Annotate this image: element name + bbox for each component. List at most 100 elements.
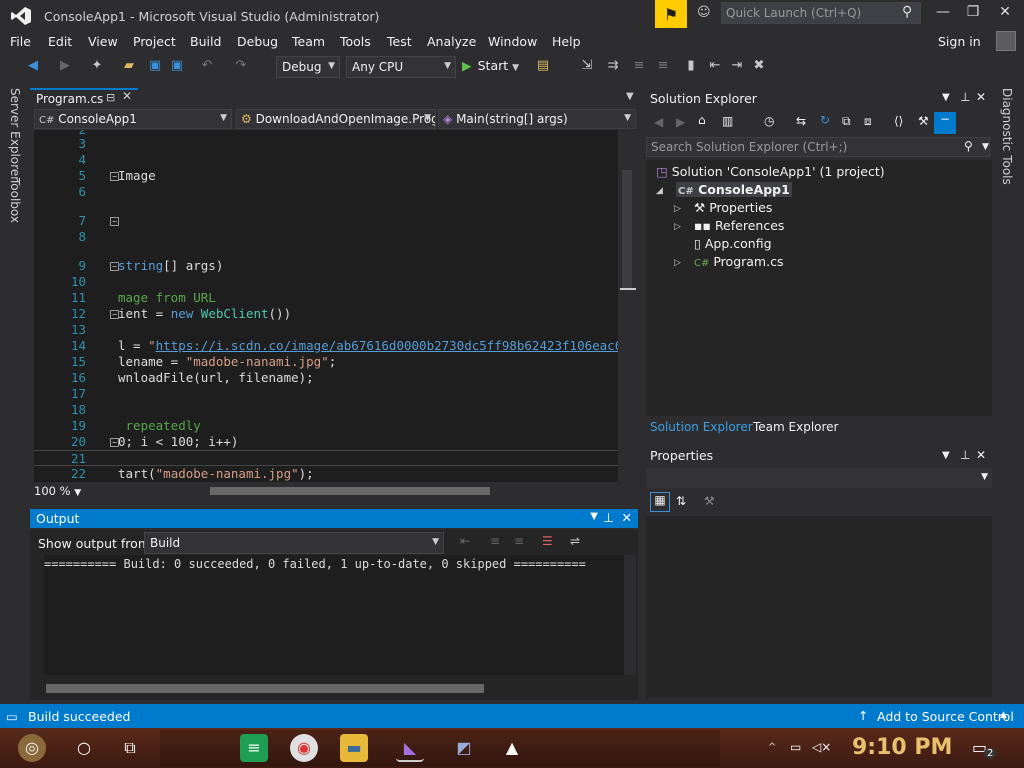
tab-team-explorer[interactable]: Team Explorer — [753, 420, 839, 434]
navigate-back-icon[interactable]: ◀ — [24, 58, 42, 74]
notification-flag-icon[interactable]: ⚑ — [655, 0, 687, 28]
document-list-dropdown-icon[interactable]: ▼ — [626, 91, 634, 102]
collapse-icon[interactable]: − — [110, 217, 119, 226]
cortana-icon[interactable]: ○ — [70, 734, 98, 762]
output-vertical-scrollbar[interactable] — [624, 555, 636, 675]
visual-studio-taskbar-icon[interactable]: ◣ — [396, 734, 424, 762]
step-into-icon[interactable]: ⇲ — [578, 58, 596, 74]
refresh-icon[interactable]: ↻ — [820, 113, 830, 127]
editor-vertical-scrollbar[interactable] — [618, 130, 638, 482]
pin-icon[interactable]: ⊟ — [106, 91, 115, 104]
pending-changes-icon[interactable]: ◷ — [764, 114, 774, 128]
property-pages-icon[interactable]: ⚒ — [704, 494, 715, 508]
solution-platform-select[interactable]: Any CPU ▼ — [346, 56, 456, 78]
undo-icon[interactable]: ↶ — [198, 58, 216, 74]
menu-tools[interactable]: Tools — [340, 34, 371, 49]
tree-item-solution[interactable]: ◳ Solution 'ConsoleApp1' (1 project) — [656, 164, 885, 179]
previous-message-icon[interactable]: ≡ — [490, 534, 500, 548]
solution-configuration-select[interactable]: Debug ▼ — [276, 56, 340, 78]
properties-object-select[interactable]: ▼ — [646, 468, 992, 488]
menu-window[interactable]: Window — [488, 34, 537, 49]
menu-team[interactable]: Team — [292, 34, 325, 49]
menu-debug[interactable]: Debug — [237, 34, 278, 49]
collapsed-arrow-icon[interactable]: ▷ — [674, 222, 681, 232]
volume-muted-icon[interactable]: ◁× — [812, 740, 831, 754]
tree-item-app-config[interactable]: ▯ App.config — [694, 236, 772, 251]
server-explorer-tab[interactable]: Server Explorer — [8, 88, 22, 181]
user-account-icon[interactable] — [996, 31, 1016, 51]
add-to-source-control-button[interactable]: Add to Source Control — [877, 709, 1014, 724]
search-options-icon[interactable]: ▼ — [982, 142, 989, 152]
start-debugging-button[interactable]: ▶ Start ▼ — [462, 58, 519, 73]
output-text-area[interactable]: ========== Build: 0 succeeded, 0 failed,… — [44, 555, 624, 675]
next-bookmark-icon[interactable]: ⇥ — [728, 58, 746, 74]
save-icon[interactable]: ▣ — [146, 58, 164, 74]
switch-views-icon[interactable]: ▥ — [722, 114, 733, 128]
pin-icon[interactable]: ⊥ — [603, 510, 614, 525]
close-icon[interactable]: ✕ — [976, 90, 986, 104]
bookmark-icon[interactable]: ▮ — [682, 58, 700, 74]
output-horizontal-scrollbar[interactable] — [46, 684, 484, 693]
previous-bookmark-icon[interactable]: ⇤ — [706, 58, 724, 74]
code-editor[interactable]: 2 3 4 5−Image 6 7− 8 9−string[] args) 10… — [34, 130, 618, 482]
toolbox-tab[interactable]: Toolbox — [8, 178, 22, 223]
tree-item-project[interactable]: C# ConsoleApp1 — [676, 182, 792, 197]
show-output-from-select[interactable]: Build ▼ — [144, 532, 444, 554]
navigate-forward-icon[interactable]: ▶ — [56, 58, 74, 74]
start-button-icon[interactable]: ◎ — [18, 734, 46, 762]
word-wrap-icon[interactable]: ⇌ — [570, 534, 580, 548]
taskbar-clock[interactable]: 9:10 PM — [852, 735, 952, 760]
pin-icon[interactable]: ⊥ — [960, 448, 970, 462]
chrome-icon[interactable]: ◉ — [290, 734, 318, 762]
quick-launch-input[interactable]: Quick Launch (Ctrl+Q) — [721, 2, 921, 24]
close-icon[interactable]: ✕ — [976, 448, 986, 462]
notes-app-icon[interactable]: ≡ — [240, 734, 268, 762]
menu-build[interactable]: Build — [190, 34, 221, 49]
preview-selected-items-icon[interactable]: − — [934, 112, 956, 134]
search-icon[interactable]: ⚲ — [902, 4, 912, 20]
collapse-all-icon[interactable]: ⧉ — [842, 114, 851, 129]
find-message-icon[interactable]: ⇤ — [460, 534, 470, 548]
search-icon[interactable]: ⚲ — [964, 139, 973, 153]
tree-item-program-cs[interactable]: C# Program.cs — [694, 254, 783, 269]
collapsed-arrow-icon[interactable]: ▷ — [674, 258, 681, 268]
save-all-icon[interactable]: ▣ — [168, 58, 186, 74]
close-icon[interactable]: ✕ — [622, 510, 632, 525]
zoom-level-select[interactable]: 100 % ▼ — [34, 484, 81, 498]
feedback-icon[interactable]: ☺ — [697, 5, 713, 21]
network-icon[interactable]: ▭ — [790, 740, 801, 754]
uncomment-icon[interactable]: ≡ — [654, 58, 672, 74]
new-project-icon[interactable]: ✦ — [88, 58, 106, 74]
close-button[interactable]: ✕ — [990, 4, 1020, 24]
show-all-files-icon[interactable]: ⧈ — [864, 114, 872, 129]
collapsed-arrow-icon[interactable]: ▷ — [674, 204, 681, 214]
menu-analyze[interactable]: Analyze — [427, 34, 476, 49]
home-icon[interactable]: ⌂ — [698, 113, 706, 127]
sync-icon[interactable]: ⇆ — [796, 114, 806, 128]
tab-solution-explorer[interactable]: Solution Explorer — [650, 420, 753, 434]
member-navigation-select[interactable]: ◈ Main(string[] args) ▼ — [438, 109, 636, 129]
categorized-icon[interactable]: ▦ — [650, 492, 670, 512]
scroll-thumb[interactable] — [622, 170, 632, 290]
view-code-icon[interactable]: ⟨⟩ — [894, 114, 903, 128]
alphabetical-icon[interactable]: ⇅ — [676, 494, 686, 508]
scroll-thumb[interactable] — [210, 487, 490, 495]
redo-icon[interactable]: ↷ — [232, 58, 250, 74]
maximize-button[interactable]: ❐ — [958, 4, 988, 24]
open-file-icon[interactable]: ▰ — [120, 58, 138, 74]
next-message-icon[interactable]: ≡ — [514, 534, 524, 548]
task-view-icon[interactable]: ⧉ — [116, 734, 144, 762]
app-window-icon[interactable]: ◩ — [450, 734, 478, 762]
file-explorer-icon[interactable]: ▬ — [340, 734, 368, 762]
clear-bookmarks-icon[interactable]: ✖ — [750, 58, 768, 74]
menu-help[interactable]: Help — [552, 34, 581, 49]
comment-icon[interactable]: ≡ — [630, 58, 648, 74]
forward-icon[interactable]: ▶ — [676, 115, 685, 129]
back-icon[interactable]: ◀ — [654, 115, 663, 129]
minimize-button[interactable]: — — [928, 4, 958, 24]
menu-file[interactable]: File — [10, 34, 31, 49]
type-navigation-select[interactable]: ⚙ DownloadAndOpenImage.Prog ▼ — [236, 109, 436, 129]
tree-item-references[interactable]: ▪▪ References — [694, 218, 784, 233]
step-over-icon[interactable]: ⇉ — [604, 58, 622, 74]
project-navigation-select[interactable]: C# ConsoleApp1 ▼ — [34, 109, 232, 129]
